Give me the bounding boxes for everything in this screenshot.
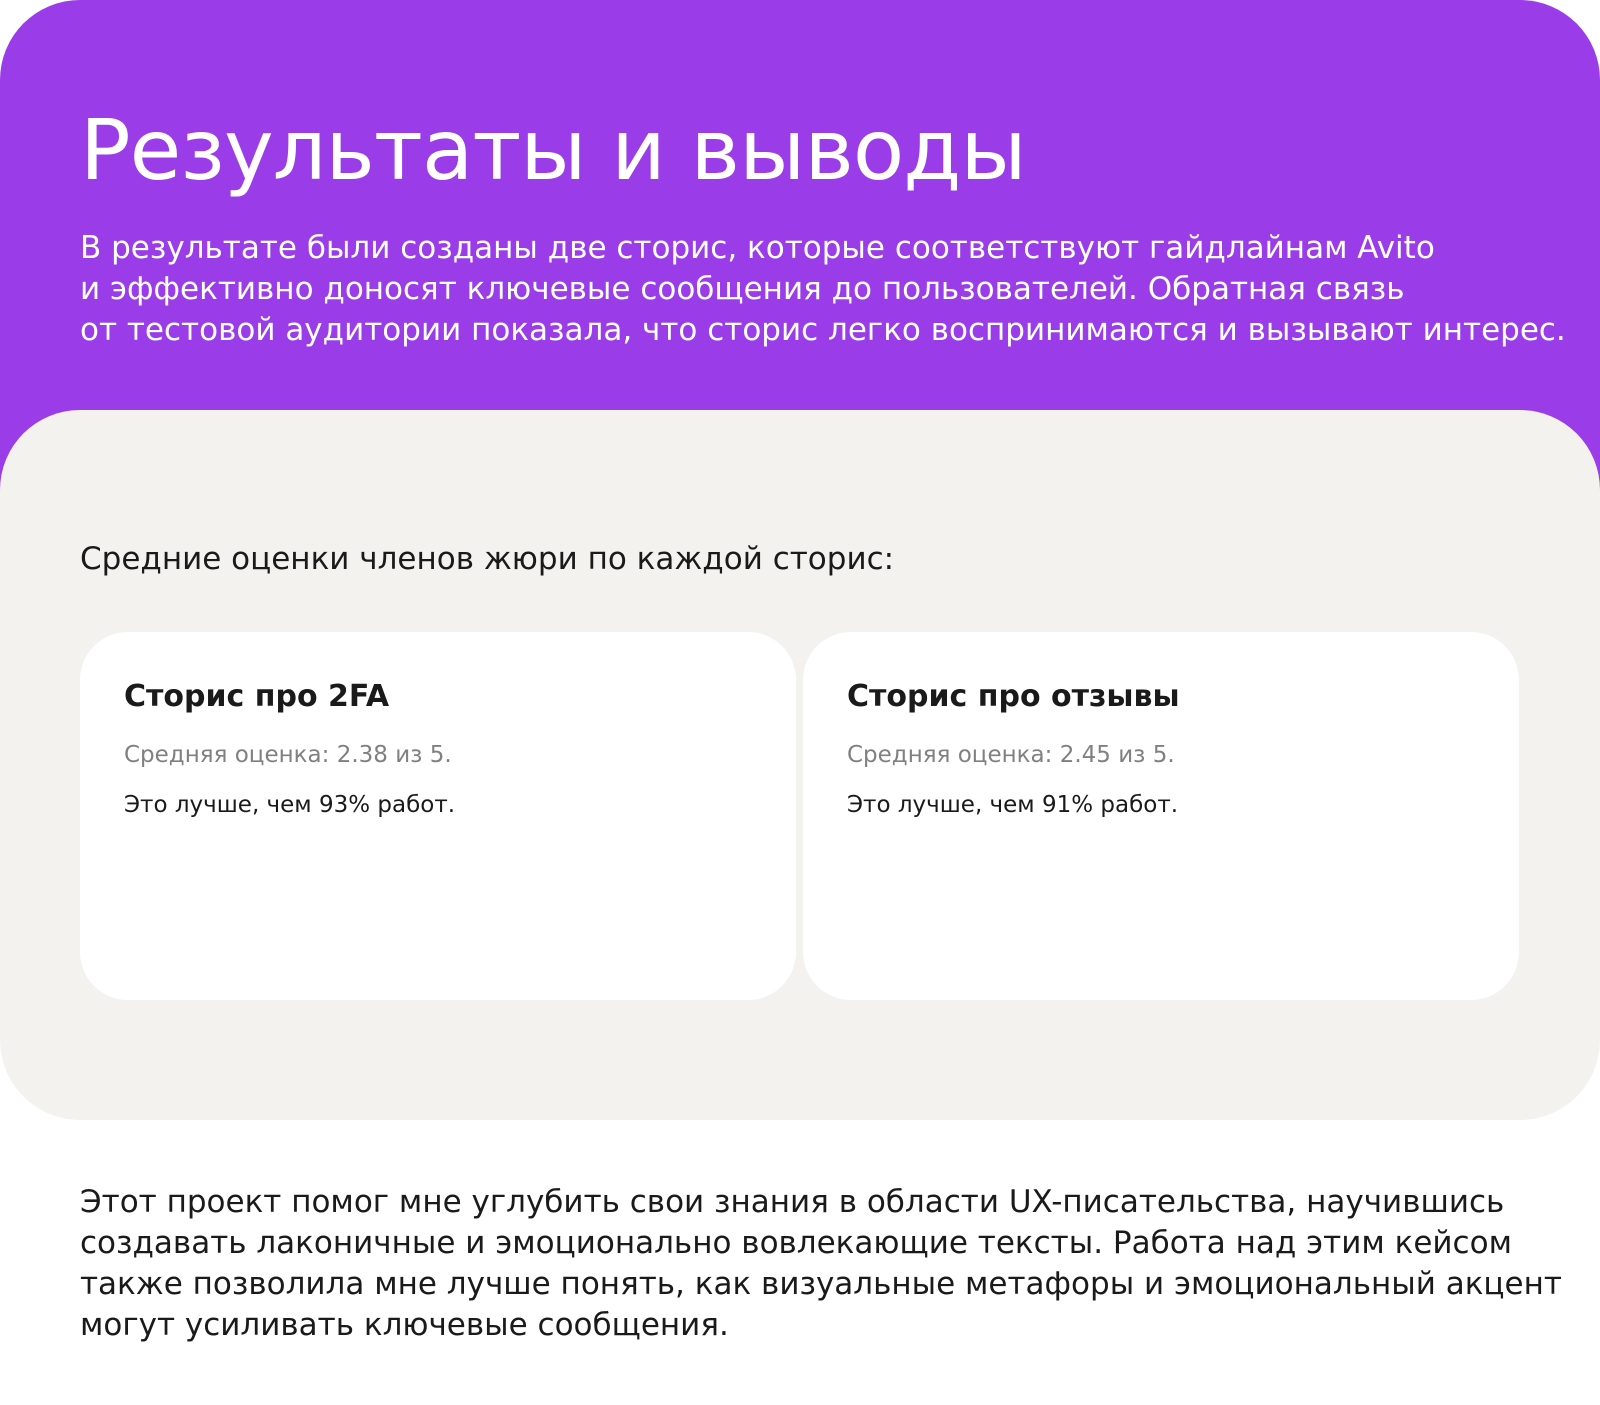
hero-description-line: от тестовой аудитории показала, что стор… (80, 312, 1566, 348)
score-card-title: Сторис про отзывы (847, 679, 1180, 714)
conclusion-line: могут усиливать ключевые сообщения. (80, 1307, 729, 1343)
hero-description-line: В результате были созданы две сторис, ко… (80, 230, 1435, 266)
score-card-title: Сторис про 2FA (124, 679, 390, 714)
conclusion-paragraph: Этот проект помог мне углубить свои знан… (80, 1182, 1562, 1346)
conclusion-line: создавать лаконичные и эмоционально вовл… (80, 1225, 1512, 1261)
comparison-text: Это лучше, чем 93% работ. (124, 792, 456, 818)
conclusion-line: также позволила мне лучше понять, как ви… (80, 1266, 1562, 1302)
hero-description: В результате были созданы две сторис, ко… (80, 228, 1566, 351)
score-card-2fa: Сторис про 2FA Средняя оценка: 2.38 из 5… (80, 632, 796, 1000)
score-card-reviews: Сторис про отзывы Средняя оценка: 2.45 и… (803, 632, 1519, 1000)
jury-scores-heading: Средние оценки членов жюри по каждой сто… (80, 541, 895, 577)
comparison-text: Это лучше, чем 91% работ. (847, 792, 1179, 818)
average-score: Средняя оценка: 2.38 из 5. (124, 742, 452, 768)
average-score: Средняя оценка: 2.45 из 5. (847, 742, 1175, 768)
conclusion-line: Этот проект помог мне углубить свои знан… (80, 1184, 1505, 1220)
page-title: Результаты и выводы (80, 101, 1027, 199)
hero-description-line: и эффективно доносят ключевые сообщения … (80, 271, 1405, 307)
jury-scores-panel: Средние оценки членов жюри по каждой сто… (0, 410, 1600, 1120)
